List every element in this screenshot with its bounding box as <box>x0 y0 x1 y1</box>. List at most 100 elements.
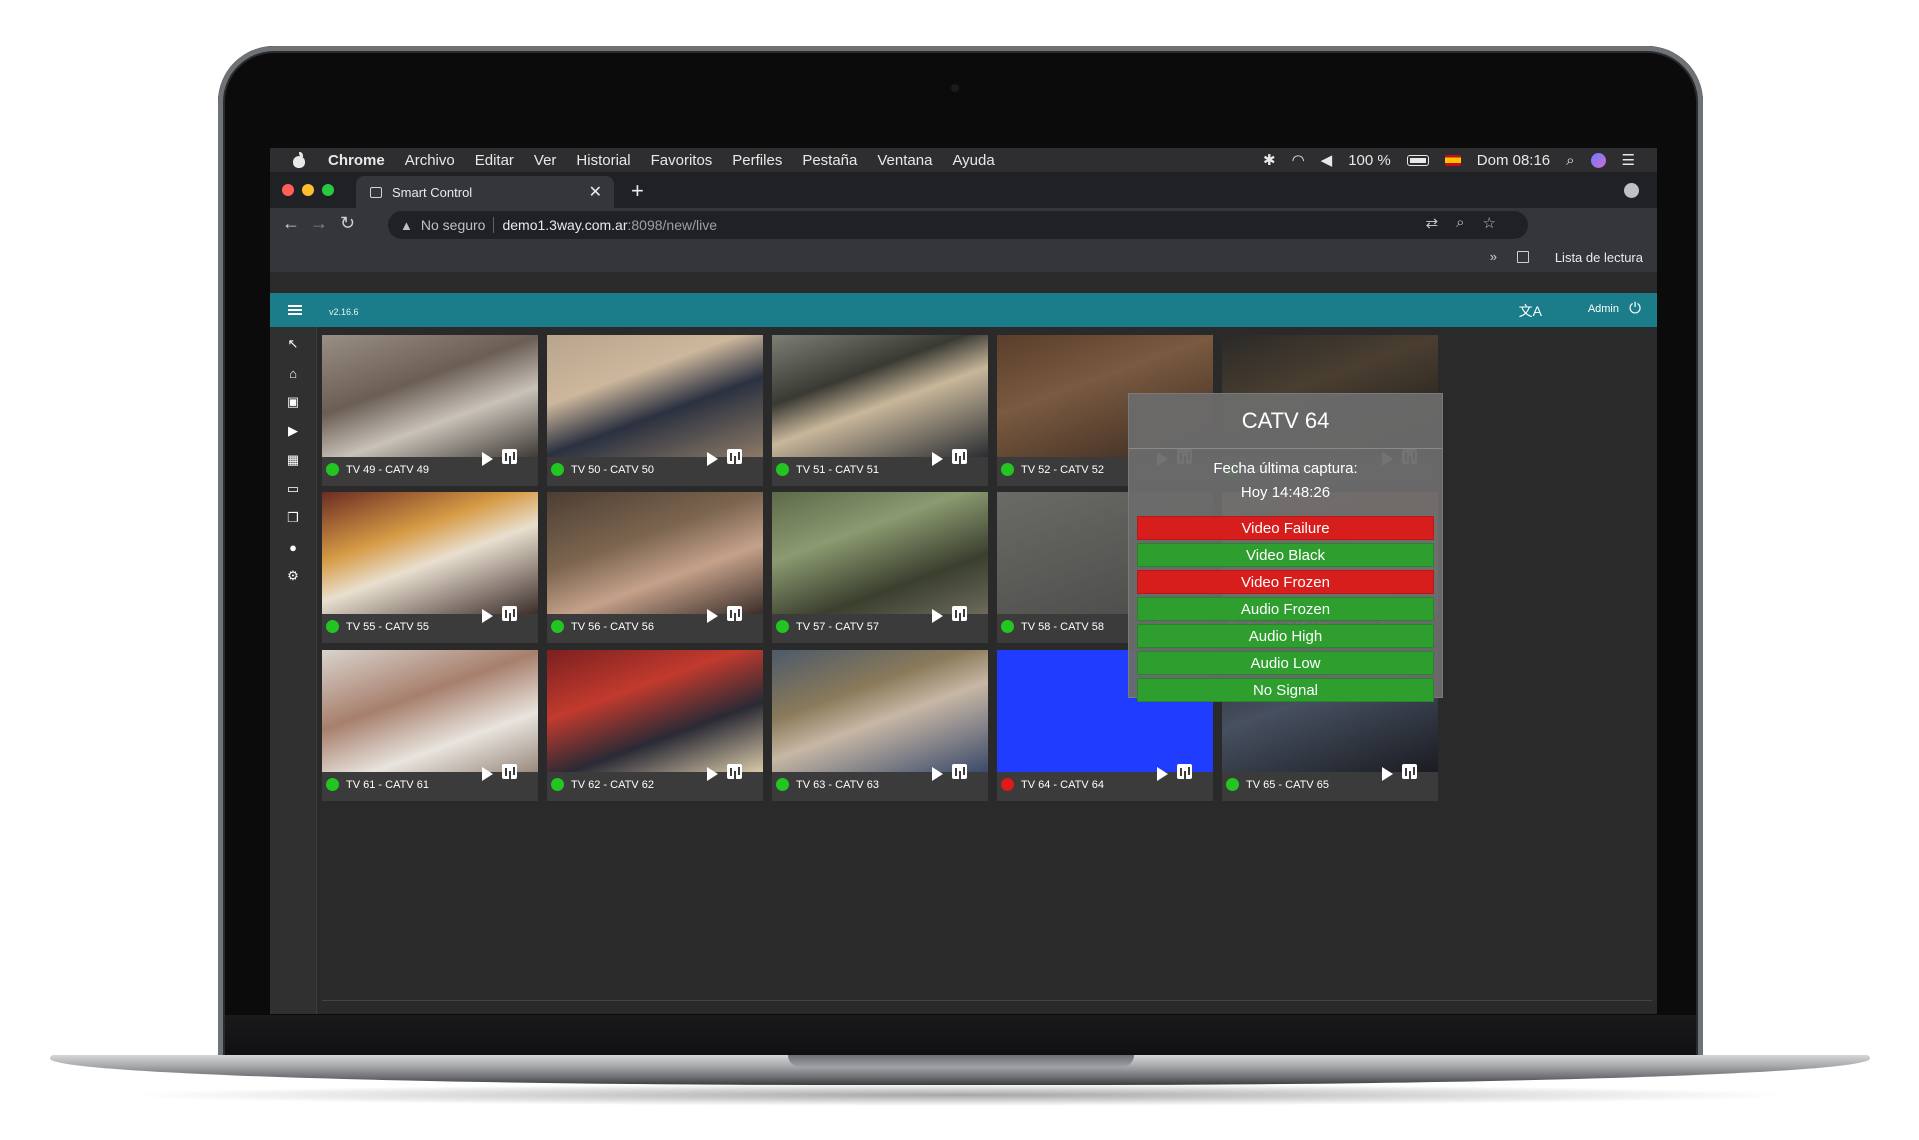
play-icon[interactable] <box>1382 767 1393 781</box>
menu-pestana[interactable]: Pestaña <box>802 152 857 169</box>
alarm-row: Video Failure <box>1137 516 1434 540</box>
tab-favicon-icon <box>370 186 382 198</box>
stats-icon[interactable] <box>727 606 742 621</box>
language-icon[interactable]: 文A <box>1519 301 1542 321</box>
channel-tile[interactable]: TV 50 - CATV 50 <box>547 335 763 486</box>
channel-thumbnail[interactable] <box>322 650 538 772</box>
translate-icon[interactable]: ⇄ <box>1426 214 1439 232</box>
tab-smart-control[interactable]: Smart Control ✕ <box>356 176 614 208</box>
wifi-icon[interactable]: ◠ <box>1292 151 1305 169</box>
stats-icon[interactable] <box>727 449 742 464</box>
menu-ver[interactable]: Ver <box>534 152 557 169</box>
channel-label: TV 64 - CATV 64 <box>1021 779 1104 791</box>
play-icon[interactable] <box>932 767 943 781</box>
gear-icon[interactable]: ⚙ <box>270 559 316 593</box>
window-zoom-icon[interactable] <box>322 184 334 196</box>
browser-tabstrip: Smart Control ✕ + <box>270 172 1657 208</box>
tab-search-icon[interactable] <box>1624 183 1639 198</box>
menu-editar[interactable]: Editar <box>475 152 514 169</box>
new-tab-icon[interactable]: + <box>631 178 644 204</box>
play-icon[interactable] <box>932 609 943 623</box>
channel-label: TV 63 - CATV 63 <box>796 779 879 791</box>
bluetooth-icon[interactable]: ✱ <box>1263 151 1276 169</box>
alarm-row: Audio Frozen <box>1137 597 1434 621</box>
channel-tile[interactable]: TV 51 - CATV 51 <box>772 335 988 486</box>
play-icon[interactable] <box>707 609 718 623</box>
spotlight-search-icon[interactable]: ⌕ <box>1566 152 1574 169</box>
clock[interactable]: Dom 08:16 <box>1477 152 1550 169</box>
tab-close-icon[interactable]: ✕ <box>589 182 602 202</box>
channel-tile[interactable]: TV 62 - CATV 62 <box>547 650 763 801</box>
channel-tile[interactable]: TV 49 - CATV 49 <box>322 335 538 486</box>
control-center-icon[interactable]: ☰ <box>1622 151 1635 169</box>
channel-thumbnail[interactable] <box>322 492 538 614</box>
channel-tile[interactable]: TV 55 - CATV 55 <box>322 492 538 643</box>
channel-label: TV 61 - CATV 61 <box>346 779 429 791</box>
channel-label: TV 51 - CATV 51 <box>796 464 879 476</box>
zoom-icon[interactable]: ⌕ <box>1456 214 1464 232</box>
input-source-flag-icon[interactable] <box>1444 154 1461 166</box>
channel-thumbnail[interactable] <box>772 650 988 772</box>
channel-thumbnail[interactable] <box>322 335 538 457</box>
siri-icon[interactable] <box>1590 152 1606 168</box>
channel-thumbnail[interactable] <box>547 650 763 772</box>
play-icon[interactable] <box>707 767 718 781</box>
reload-icon[interactable]: ↻ <box>340 213 355 234</box>
stats-icon[interactable] <box>1402 764 1417 779</box>
security-status[interactable]: No seguro <box>421 217 486 233</box>
play-icon[interactable] <box>1157 767 1168 781</box>
stats-icon[interactable] <box>952 606 967 621</box>
status-dot <box>326 778 339 791</box>
play-icon[interactable] <box>482 452 493 466</box>
bookmark-star-icon[interactable]: ☆ <box>1483 214 1496 232</box>
stats-icon[interactable] <box>727 764 742 779</box>
stats-icon[interactable] <box>1177 764 1192 779</box>
volume-icon[interactable]: ◀ <box>1321 151 1333 169</box>
stats-icon[interactable] <box>952 764 967 779</box>
channel-tile[interactable]: TV 56 - CATV 56 <box>547 492 763 643</box>
reading-list-icon[interactable] <box>1517 251 1529 263</box>
user-name[interactable]: Admin <box>1588 303 1619 315</box>
stats-icon[interactable] <box>952 449 967 464</box>
apple-icon[interactable] <box>292 152 306 168</box>
menu-perfiles[interactable]: Perfiles <box>732 152 782 169</box>
warning-icon[interactable]: ▲ <box>400 218 413 233</box>
stats-icon[interactable] <box>502 606 517 621</box>
laptop-shadow <box>120 1084 1800 1106</box>
window-minimize-icon[interactable] <box>302 184 314 196</box>
play-icon[interactable] <box>707 452 718 466</box>
channel-label: TV 50 - CATV 50 <box>571 464 654 476</box>
hamburger-menu-icon[interactable] <box>288 305 302 315</box>
stats-icon[interactable] <box>502 764 517 779</box>
channel-tile[interactable]: TV 57 - CATV 57 <box>772 492 988 643</box>
channel-tile[interactable]: TV 63 - CATV 63 <box>772 650 988 801</box>
channel-label: TV 52 - CATV 52 <box>1021 464 1104 476</box>
channel-tile[interactable]: TV 61 - CATV 61 <box>322 650 538 801</box>
stats-icon[interactable] <box>502 449 517 464</box>
menu-ayuda[interactable]: Ayuda <box>952 152 994 169</box>
menu-archivo[interactable]: Archivo <box>405 152 455 169</box>
menu-favoritos[interactable]: Favoritos <box>651 152 713 169</box>
play-icon[interactable] <box>932 452 943 466</box>
back-icon[interactable]: ← <box>282 213 300 234</box>
laptop-notch <box>788 1055 1134 1067</box>
channel-thumbnail[interactable] <box>772 335 988 457</box>
channel-thumbnail[interactable] <box>547 492 763 614</box>
logout-icon[interactable]: ⏻ <box>1629 300 1641 317</box>
menu-ventana[interactable]: Ventana <box>877 152 932 169</box>
popup-title: CATV 64 <box>1241 408 1330 433</box>
browser-toolbar: ← → ↻ ▲ No seguro demo1.3way.com.ar :809… <box>270 208 1657 242</box>
channel-thumbnail[interactable] <box>772 492 988 614</box>
forward-icon[interactable]: → <box>310 213 328 234</box>
menu-historial[interactable]: Historial <box>576 152 630 169</box>
reading-list-button[interactable]: Lista de lectura <box>1555 250 1643 265</box>
address-bar[interactable]: ▲ No seguro demo1.3way.com.ar :8098/new/… <box>388 211 1528 239</box>
play-icon[interactable] <box>482 609 493 623</box>
battery-icon[interactable] <box>1406 154 1429 166</box>
window-close-icon[interactable] <box>282 184 294 196</box>
bookmarks-overflow[interactable]: » <box>1490 249 1497 264</box>
channel-thumbnail[interactable] <box>547 335 763 457</box>
menu-chrome[interactable]: Chrome <box>328 152 385 169</box>
alarm-row: Video Frozen <box>1137 570 1434 594</box>
play-icon[interactable] <box>482 767 493 781</box>
